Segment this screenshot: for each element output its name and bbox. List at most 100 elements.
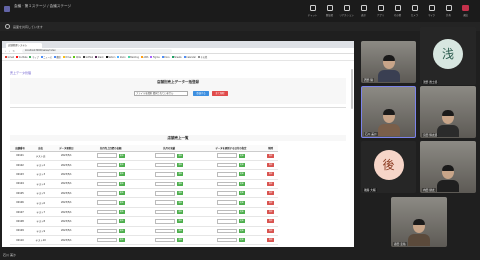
delete-all-button[interactable]: 全て削除 — [212, 91, 228, 96]
toolbar-people-button[interactable]: 参加者 — [321, 3, 338, 20]
value-input[interactable] — [216, 200, 237, 205]
update-button[interactable]: 更新 — [238, 181, 245, 186]
bookmark-item[interactable]: YouTube — [15, 56, 27, 59]
value-input[interactable] — [216, 209, 237, 215]
toolbar-mic-button[interactable]: マイク — [423, 3, 440, 20]
delete-button[interactable]: 削除 — [267, 181, 275, 186]
bookmark-item[interactable]: 翻訳 — [53, 55, 61, 59]
value-input[interactable] — [155, 200, 176, 205]
update-button[interactable]: 更新 — [118, 200, 125, 205]
update-button[interactable]: 更新 — [177, 163, 184, 168]
delete-button[interactable]: 削除 — [267, 200, 275, 205]
update-button[interactable]: 更新 — [177, 153, 184, 158]
toolbar-camera-button[interactable]: カメラ — [406, 3, 423, 20]
toolbar-more-button[interactable]: その他 — [389, 3, 406, 20]
update-button[interactable]: 更新 — [118, 163, 125, 168]
toolbar-share-button[interactable]: 共有 — [440, 3, 457, 20]
bookmark-item[interactable]: マップ — [29, 55, 39, 59]
update-button[interactable]: 更新 — [118, 238, 125, 243]
update-button[interactable]: 更新 — [118, 181, 125, 186]
update-button[interactable]: 更新 — [238, 219, 245, 224]
value-input[interactable] — [216, 181, 237, 187]
toolbar-leave-button[interactable]: 退出 — [457, 3, 474, 20]
value-input[interactable] — [155, 172, 176, 177]
value-input[interactable] — [155, 219, 176, 224]
browser-url-input[interactable]: localhost:8000/sales/index — [22, 49, 172, 53]
bookmark-item[interactable]: Gmail — [5, 56, 14, 59]
bookmark-item[interactable]: Slack — [95, 56, 104, 59]
update-button[interactable]: 更新 — [118, 210, 125, 215]
value-input[interactable] — [96, 228, 117, 234]
value-input[interactable] — [96, 200, 117, 205]
participant-tile[interactable]: 内田 健太 — [420, 141, 476, 193]
delete-button[interactable]: 削除 — [267, 153, 275, 158]
update-button[interactable]: 更新 — [238, 200, 245, 205]
participant-tile[interactable]: 石川 美沙 — [361, 86, 416, 138]
update-button[interactable]: 更新 — [177, 210, 184, 215]
bookmark-item[interactable]: ニュース — [40, 55, 52, 59]
value-input[interactable] — [155, 162, 176, 168]
page-scrollbar[interactable] — [351, 69, 353, 109]
value-input[interactable] — [216, 191, 237, 196]
value-input[interactable] — [155, 153, 176, 158]
bookmark-item[interactable]: Figma — [150, 56, 160, 59]
value-input[interactable] — [155, 181, 176, 187]
participant-tile[interactable]: 後後藤 大輔 — [361, 141, 416, 193]
value-input[interactable] — [216, 228, 237, 234]
value-input[interactable] — [155, 191, 176, 196]
update-button[interactable]: 更新 — [238, 228, 245, 233]
bookmark-item[interactable]: その他 — [198, 55, 207, 59]
participant-tile[interactable]: 森田 圭佑 — [391, 197, 447, 247]
value-input[interactable] — [96, 209, 117, 215]
value-input[interactable] — [96, 172, 117, 177]
update-button[interactable]: 更新 — [118, 172, 125, 177]
value-input[interactable] — [96, 237, 117, 243]
value-input[interactable] — [96, 219, 117, 224]
value-input[interactable] — [96, 191, 117, 196]
delete-button[interactable]: 削除 — [267, 228, 275, 233]
delete-button[interactable]: 削除 — [267, 191, 275, 196]
update-button[interactable]: 更新 — [238, 210, 245, 215]
update-button[interactable]: 更新 — [238, 172, 245, 177]
participant-tile[interactable]: 宮田 慎太郎 — [420, 86, 476, 138]
update-button[interactable]: 更新 — [118, 219, 125, 224]
update-button[interactable]: 更新 — [238, 153, 245, 158]
update-button[interactable]: 更新 — [177, 181, 184, 186]
breadcrumb[interactable]: 売上データ管理 — [10, 71, 31, 75]
update-button[interactable]: 更新 — [177, 172, 184, 177]
participant-tile[interactable]: 浅浅野 貴士郎 — [420, 27, 476, 85]
delete-button[interactable]: 削除 — [267, 219, 275, 224]
value-input[interactable] — [96, 181, 117, 187]
toolbar-apps-button[interactable]: アプリ — [372, 3, 389, 20]
delete-button[interactable]: 削除 — [267, 172, 275, 177]
update-button[interactable]: 更新 — [177, 228, 184, 233]
delete-button[interactable]: 削除 — [267, 238, 275, 243]
value-input[interactable] — [216, 219, 237, 224]
bookmark-item[interactable]: Docs — [161, 56, 170, 59]
bookmark-item[interactable]: Drive — [62, 56, 71, 59]
toolbar-view-button[interactable]: 表示 — [355, 3, 372, 20]
update-button[interactable]: 更新 — [238, 163, 245, 168]
toolbar-reaction-button[interactable]: リアクション — [338, 3, 355, 20]
bookmark-item[interactable]: AWS — [140, 56, 148, 59]
value-input[interactable] — [155, 209, 176, 215]
bookmark-item[interactable]: Qiita — [73, 56, 81, 59]
value-input[interactable] — [216, 237, 237, 243]
bookmark-item[interactable]: Backlog — [127, 56, 139, 59]
delete-button[interactable]: 削除 — [267, 210, 275, 215]
file-input[interactable]: ファイルを選択 選択されていません — [134, 91, 188, 96]
update-button[interactable]: 更新 — [177, 200, 184, 205]
update-button[interactable]: 更新 — [177, 219, 184, 224]
update-button[interactable]: 更新 — [118, 153, 125, 158]
participant-tile[interactable]: 西野 陽 — [361, 41, 416, 83]
value-input[interactable] — [216, 153, 237, 158]
update-button[interactable]: 更新 — [118, 191, 125, 196]
value-input[interactable] — [96, 153, 117, 158]
value-input[interactable] — [216, 162, 237, 168]
delete-button[interactable]: 削除 — [267, 163, 275, 168]
toolbar-chat-button[interactable]: チャット — [304, 3, 321, 20]
value-input[interactable] — [96, 162, 117, 168]
value-input[interactable] — [155, 237, 176, 243]
update-button[interactable]: 更新 — [177, 191, 184, 196]
bookmark-item[interactable]: GitHub — [83, 56, 93, 59]
